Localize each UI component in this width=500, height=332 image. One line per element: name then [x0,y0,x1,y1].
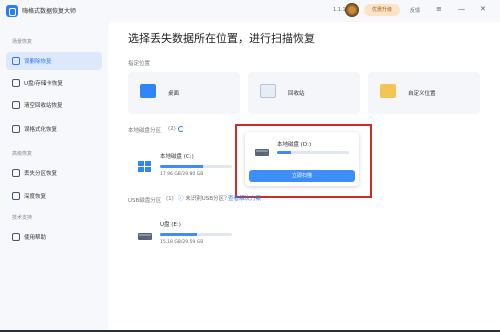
location-card-desktop[interactable]: 桌面 [128,72,240,114]
usb-solution-link[interactable]: 查看解决方案 [228,194,261,202]
drive-name: 本地磁盘 (D:) [277,142,312,148]
location-card-recycle-bin[interactable]: 回收站 [248,72,360,114]
drive-size: 15.18 GB/29.59 GB [160,240,204,245]
recycle-bin-icon [260,84,276,98]
refresh-icon[interactable] [178,126,184,132]
sidebar-item-label: 误删除恢复 [24,59,52,65]
usb-warning-text: ⓘ 未识别USB分区？ [178,194,230,202]
sidebar-item-label: 清空回收站恢复 [24,103,63,109]
section-title-advanced: 高级恢复 [12,151,33,157]
page-title: 选择丢失数据所在位置，进行扫描恢复 [128,32,315,45]
drive-size: 17.96 GB/29.80 GB [160,172,204,177]
sidebar-item-help[interactable]: 使用帮助 [6,228,102,246]
sidebar-item-label: 丢失分区恢复 [24,171,58,177]
app-logo-icon [6,5,18,17]
drive-usage-fill [160,233,197,236]
sidebar-item-deep-recovery[interactable]: 深度恢复 [6,187,102,205]
deep-scan-icon [12,192,20,200]
location-label: 回收站 [288,91,305,97]
usb-warning-label: 未识别USB分区？ [185,196,230,202]
format-icon [12,125,20,133]
main-panel: 选择丢失数据所在位置，进行扫描恢复 指定位置 桌面 回收站 自定义位置 本地磁盘… [108,22,500,332]
sidebar-item-partition-recovery[interactable]: 丢失分区恢复 [6,164,102,182]
sidebar-item-label: 使用帮助 [24,235,47,241]
drive-usage-bar [160,233,232,236]
sidebar-item-format-recovery[interactable]: 误格式化恢复 [6,120,102,138]
close-icon[interactable]: ✕ [480,5,486,13]
scan-now-button[interactable]: 立即扫描 [249,170,355,182]
partition-icon [12,169,20,177]
location-section-label: 指定位置 [128,61,151,67]
hard-drive-icon [255,142,269,156]
menu-icon[interactable]: ≡ [436,5,442,13]
drive-usage-fill [160,165,204,168]
folder-icon [380,84,396,98]
usb-icon [12,79,20,87]
drive-usage-bar [277,151,349,154]
sidebar-item-label: 深度恢复 [24,194,47,200]
feedback-button[interactable]: 反馈 [410,7,420,14]
location-label: 自定义位置 [408,91,436,97]
recycle-icon [12,101,20,109]
drive-card-c[interactable]: 本地磁盘 (C:) 17.96 GB/29.80 GB [128,144,242,186]
sidebar-item-deleted-recovery[interactable]: 误删除恢复 [6,52,102,70]
section-title-scene: 场景恢复 [12,39,33,45]
app-title: 嗨格式数据恢复大师 [22,8,77,15]
local-disk-section-label: 本地磁盘分区 [128,128,162,134]
sidebar-item-label: U盘/存储卡恢复 [24,81,63,87]
drive-usage-bar [160,165,232,168]
trash-icon [12,57,20,65]
minimize-icon[interactable]: — [458,5,465,13]
location-card-custom[interactable]: 自定义位置 [368,72,480,114]
sidebar: 场景恢复 误删除恢复 U盘/存储卡恢复 清空回收站恢复 误格式化恢复 高级恢复 … [0,22,108,332]
drive-card-e[interactable]: U盘 (E:) 15.18 GB/29.59 GB [128,212,242,254]
drive-name: U盘 (E:) [160,222,181,228]
desktop-icon [140,84,156,98]
help-icon [12,233,20,241]
warning-icon: ⓘ [178,196,184,202]
drive-usage-fill [277,151,292,154]
local-disk-count: (2) [168,126,176,132]
windows-drive-icon [138,158,152,172]
location-label: 桌面 [168,91,180,97]
drive-card-d[interactable]: 本地磁盘 (D:) 立即扫描 [245,132,359,186]
section-title-support: 技术支持 [12,215,33,221]
avatar[interactable] [345,3,359,17]
app-window: 嗨格式数据恢复大师 1.1.1 优惠升级 反馈 ≡ — ✕ 场景恢复 误删除恢复… [0,0,500,332]
usb-section-label: USB磁盘分区 [128,198,162,204]
title-bar: 嗨格式数据恢复大师 1.1.1 优惠升级 反馈 ≡ — ✕ [0,0,500,22]
sidebar-item-usb-recovery[interactable]: U盘/存储卡恢复 [6,74,102,92]
upgrade-button[interactable]: 优惠升级 [364,4,400,16]
drive-name: 本地磁盘 (C:) [160,154,194,160]
version-label: 1.1.1 [333,7,346,13]
usb-drive-icon [138,226,152,240]
sidebar-item-recycle-recovery[interactable]: 清空回收站恢复 [6,96,102,114]
usb-count: (1) [166,196,174,202]
sidebar-item-label: 误格式化恢复 [24,127,58,133]
